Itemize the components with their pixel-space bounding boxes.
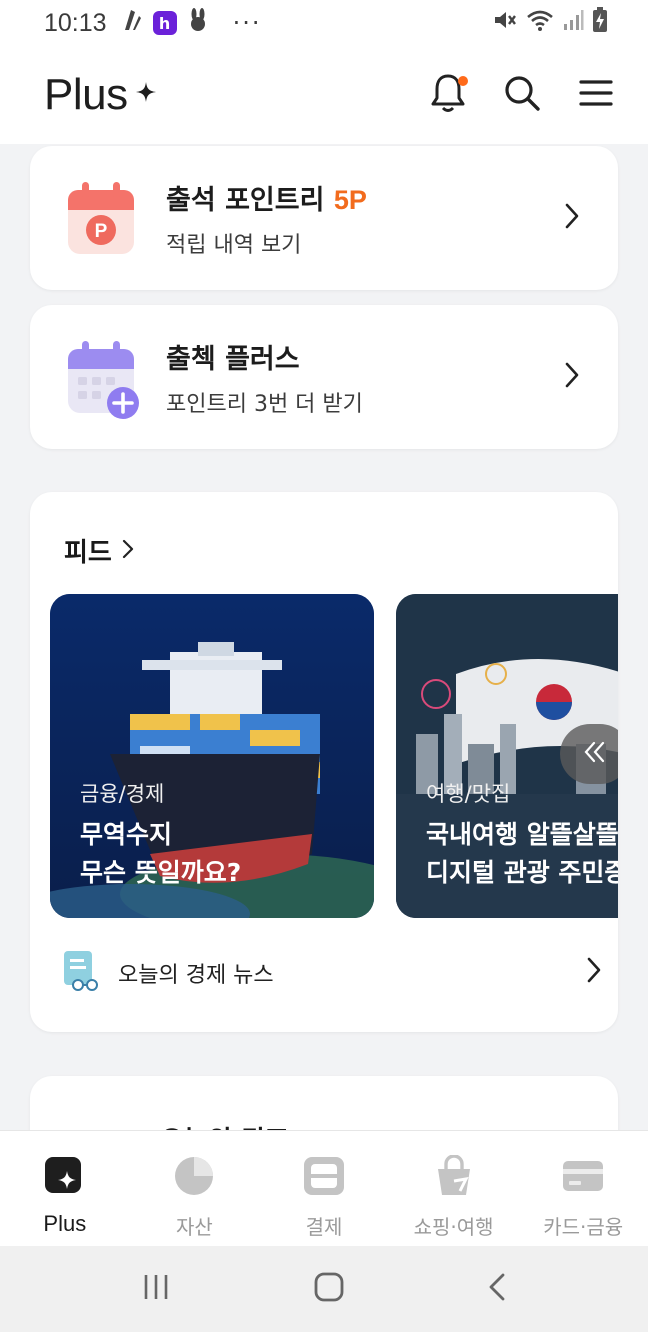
feed-title: 피드: [64, 538, 112, 568]
pie-chart-icon: [172, 1155, 216, 1201]
plus-sparkle-icon: [43, 1155, 87, 1201]
back-icon[interactable]: [487, 1272, 507, 1306]
quiz-card-title: 오늘의 퀴즈: [160, 1120, 289, 1130]
signal-icon: [562, 8, 584, 38]
attendance-title: 출석 포인트리: [166, 184, 334, 216]
card-icon: [561, 1155, 605, 1201]
economy-news-label: 오늘의 경제 뉴스: [118, 963, 274, 988]
search-button[interactable]: [500, 73, 544, 117]
gesture-icon: [121, 8, 143, 38]
quiz-card[interactable]: 오늘의 퀴즈: [30, 1076, 618, 1130]
svg-text:P: P: [95, 221, 108, 242]
brand-title: Plus: [44, 70, 128, 119]
tab-label: 결제: [305, 1215, 343, 1239]
attendance-points: 5P: [333, 184, 367, 215]
search-icon: [502, 73, 542, 117]
notification-button[interactable]: [426, 73, 470, 117]
status-time: 10:13: [44, 8, 107, 37]
mute-icon: [492, 8, 518, 38]
home-icon[interactable]: [313, 1271, 345, 1307]
tile-scroll-overlay[interactable]: [560, 724, 618, 784]
bunny-icon: [187, 8, 209, 38]
check-plus-card[interactable]: 출첵 플러스 포인트리 3번 더 받기: [30, 305, 618, 449]
chevron-right-icon: [586, 957, 602, 989]
menu-icon: [578, 78, 614, 112]
newspaper-glasses-icon: [62, 949, 102, 997]
app-header: Plus: [0, 46, 648, 144]
h-app-icon: h: [152, 11, 177, 35]
feed-tile[interactable]: 금융/경제 무역수지 무슨 뜻일까요?: [50, 594, 374, 918]
feed-header[interactable]: 피드: [64, 532, 134, 569]
tab-label: 카드·금융: [543, 1215, 624, 1239]
double-chevron-left-icon: [583, 741, 607, 767]
tile-category: 여행/맛집: [426, 782, 511, 806]
tab-label: Plus: [43, 1211, 87, 1236]
notification-dot: [458, 76, 468, 86]
scan-pay-icon: [302, 1155, 346, 1201]
calendar-plus-icon: [66, 341, 139, 419]
feed-card: 피드 금융/경제 무역수지 무슨 뜻일까요? 여행/맛집 국내여행 알뜰살뜰 디…: [30, 492, 618, 1032]
tab-payment[interactable]: 결제: [259, 1131, 389, 1246]
tab-assets[interactable]: 자산: [130, 1131, 260, 1246]
tab-shopping-travel[interactable]: 쇼핑·여행: [389, 1131, 519, 1246]
check-plus-subtitle: 포인트리 3번 더 받기: [166, 391, 363, 417]
battery-charging-icon: [592, 7, 608, 39]
calendar-p-icon: P: [66, 182, 138, 254]
more-notif-icon: ···: [232, 9, 262, 37]
chevron-right-icon: [564, 362, 580, 392]
economy-news-link[interactable]: 오늘의 경제 뉴스: [62, 948, 602, 998]
tab-plus[interactable]: Plus: [0, 1131, 130, 1246]
check-plus-title: 출첵 플러스: [166, 343, 300, 375]
menu-button[interactable]: [574, 73, 618, 117]
chevron-right-icon: [564, 203, 580, 233]
system-navigation: [0, 1246, 648, 1332]
tab-card-finance[interactable]: 카드·금융: [518, 1131, 648, 1246]
status-bar: 10:13 h ···: [0, 0, 648, 46]
tile-headline: 무역수지 무슨 뜻일까요?: [80, 820, 242, 887]
main-content: P 출석 포인트리 5P 적립 내역 보기 출첵 플러스 포인트리 3번 더 받…: [0, 144, 648, 1130]
tile-headline: 국내여행 알뜰살뜰 디지털 관광 주민증: [426, 820, 618, 887]
chevron-right-icon: [122, 536, 134, 566]
bottom-navigation: Plus 자산 결제 쇼핑·여행 카드·금융: [0, 1130, 648, 1246]
attendance-points-card[interactable]: P 출석 포인트리 5P 적립 내역 보기: [30, 146, 618, 290]
attendance-subtitle: 적립 내역 보기: [166, 232, 302, 258]
tab-label: 자산: [175, 1215, 213, 1239]
recents-icon[interactable]: [141, 1273, 171, 1305]
wifi-icon: [526, 8, 554, 38]
shopping-travel-icon: [432, 1154, 476, 1201]
tile-category: 금융/경제: [80, 782, 165, 806]
tab-label: 쇼핑·여행: [413, 1215, 494, 1239]
feed-tile[interactable]: 여행/맛집 국내여행 알뜰살뜰 디지털 관광 주민증: [396, 594, 618, 918]
sparkle-icon: [135, 82, 156, 108]
